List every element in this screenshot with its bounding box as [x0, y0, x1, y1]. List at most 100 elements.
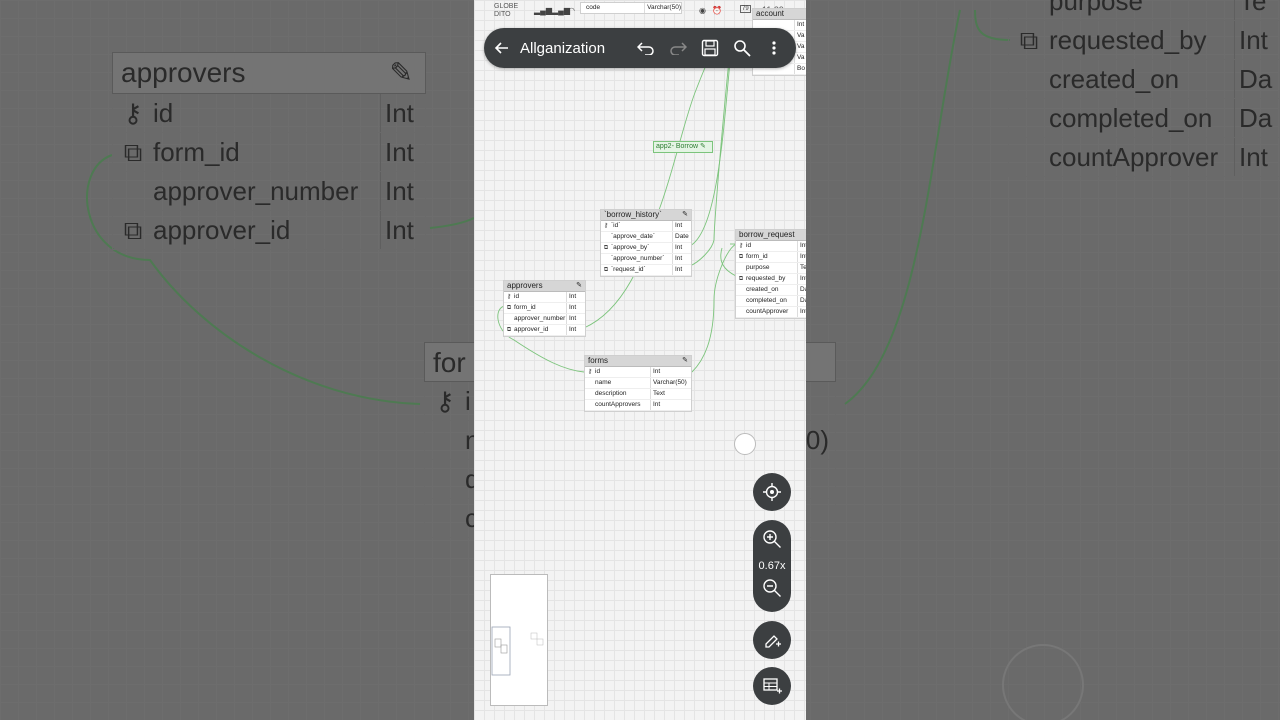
- column-type: Int: [566, 325, 585, 335]
- bg-key-icon: ⚷: [123, 98, 143, 128]
- column-type: Int: [672, 265, 691, 275]
- search-button[interactable]: [726, 32, 758, 64]
- column-type: Int: [566, 314, 585, 324]
- column-name: completed_on: [746, 297, 787, 304]
- column-type: Int: [672, 221, 691, 231]
- column-name: form_id: [514, 304, 536, 311]
- column-type: Varchar(50): [650, 378, 691, 388]
- bg-edit-icon: ✎: [389, 57, 413, 88]
- bg-row-name: id: [153, 98, 174, 128]
- column-name: description: [595, 390, 627, 397]
- column-name: `approve_number`: [611, 255, 665, 262]
- zoom-control: 0.67x: [753, 520, 791, 612]
- edit-icon[interactable]: ✎: [682, 210, 688, 220]
- key-icon: ⚷: [587, 369, 593, 375]
- bg-row-type: Int: [1234, 138, 1279, 176]
- bg-row-type: Int: [380, 211, 425, 249]
- table-title: forms: [588, 356, 608, 365]
- column-name: approver_id: [514, 326, 549, 333]
- table-title: approvers: [507, 281, 543, 290]
- bg-row-name: requested_by: [1049, 25, 1207, 55]
- back-button[interactable]: [486, 32, 518, 64]
- add-table-icon: [763, 678, 782, 694]
- zoom-out-button[interactable]: [762, 578, 782, 603]
- undo-button[interactable]: [630, 32, 662, 64]
- bg-approvers-title: approvers: [121, 57, 246, 88]
- column-name: purpose: [746, 264, 770, 271]
- bg-row-name: purpose: [1049, 0, 1143, 16]
- bg-touch-indicator: [1002, 644, 1084, 720]
- key-icon: ⚷: [506, 294, 512, 300]
- bg-row-name: completed_on: [1049, 103, 1213, 133]
- column-type: Int: [650, 400, 691, 410]
- bg-link-icon: ⧉: [1019, 25, 1039, 55]
- more-button[interactable]: [758, 32, 790, 64]
- bg-row-name: form_id: [153, 137, 240, 167]
- bg-row-type: 0): [805, 425, 829, 455]
- edit-icon[interactable]: ✎: [576, 281, 582, 291]
- phone-screen: GLOBEDITO ▂▄▆ ▂▄▆ ◠ ◉ ⏰ 79 11:39 codeVar…: [474, 0, 806, 720]
- minimap[interactable]: [490, 574, 548, 706]
- save-button[interactable]: [694, 32, 726, 64]
- column-name: `id`: [611, 222, 621, 229]
- column-type: Date: [672, 232, 691, 242]
- bg-key-icon: ⚷: [435, 386, 455, 416]
- column-name: countApprover: [746, 308, 789, 315]
- redo-button[interactable]: [662, 32, 694, 64]
- column-type: Da: [797, 296, 806, 306]
- column-name: countApprovers: [595, 401, 641, 408]
- link-icon: ⧉: [738, 276, 744, 282]
- edit-icon[interactable]: ✎: [682, 356, 688, 366]
- column-name: form_id: [746, 253, 768, 260]
- column-name: name: [595, 379, 612, 386]
- bg-approvers-table: approvers ✎ ⚷ id Int ⧉ form_id Int approver_n…: [112, 52, 426, 250]
- edit-icon[interactable]: ✎: [700, 143, 706, 150]
- column-type: Int: [672, 243, 691, 253]
- locate-button[interactable]: [753, 473, 791, 511]
- bg-row-type: Da: [1234, 99, 1279, 137]
- bg-row-type: Int: [1234, 21, 1279, 59]
- link-icon: ⧉: [603, 245, 609, 251]
- column-type: Int: [566, 303, 585, 313]
- column-type: Int: [797, 307, 806, 317]
- link-icon: ⧉: [603, 267, 609, 273]
- key-icon: ⚷: [603, 223, 609, 229]
- table-title: `borrow_history`: [604, 210, 662, 219]
- column-name: requested_by: [746, 275, 786, 282]
- column-type: Da: [797, 285, 806, 295]
- table-borrow-history[interactable]: `borrow_history` ✎ ⚷ `id` Int `approve_date…: [600, 209, 692, 277]
- column-name: id: [514, 293, 520, 300]
- bg-link-icon: ⧉: [123, 215, 143, 245]
- column-type: Int: [797, 252, 806, 262]
- bg-row-type: Da: [1234, 60, 1279, 98]
- bg-row-name: approver_id: [153, 215, 291, 245]
- bg-row-name: approver_number: [153, 176, 359, 206]
- zoom-out-icon: [763, 579, 781, 597]
- relationship-label[interactable]: app2- Borrow ✎: [653, 141, 713, 153]
- table-approvers[interactable]: approvers ✎ ⚷ id Int ⧉ form_id Int approver_n…: [503, 280, 586, 337]
- zoom-in-button[interactable]: [762, 529, 782, 554]
- bg-row-type: Int: [380, 172, 425, 210]
- bg-row-type: Int: [380, 94, 425, 132]
- zoom-level: 0.67x: [758, 560, 786, 572]
- zoom-in-icon: [763, 530, 781, 548]
- table-forms[interactable]: forms ✎ ⚷ id Int name Varchar(50) descriptio…: [584, 355, 692, 412]
- column-name: `approve_date`: [611, 233, 656, 240]
- column-name: `approve_by`: [611, 244, 650, 251]
- touch-indicator: [734, 433, 756, 455]
- add-relation-button[interactable]: [753, 621, 791, 659]
- column-name: id: [746, 242, 752, 249]
- column-type: Int: [797, 241, 806, 251]
- bg-row-type: Te: [1234, 0, 1279, 20]
- column-type: Int: [566, 292, 585, 302]
- column-type: Int: [672, 254, 691, 264]
- save-icon: [701, 39, 719, 57]
- key-icon: ⚷: [738, 243, 744, 249]
- link-icon: ⧉: [506, 305, 512, 311]
- column-name: created_on: [746, 286, 779, 293]
- add-table-button[interactable]: [753, 667, 791, 705]
- redo-icon: [670, 42, 687, 55]
- relationship-label-text: app2- Borrow: [656, 143, 699, 150]
- bg-row-name: countApprover: [1049, 142, 1219, 172]
- table-borrow-request[interactable]: borrow_request ⚷idInt ⧉form_idInt purpos…: [735, 229, 806, 319]
